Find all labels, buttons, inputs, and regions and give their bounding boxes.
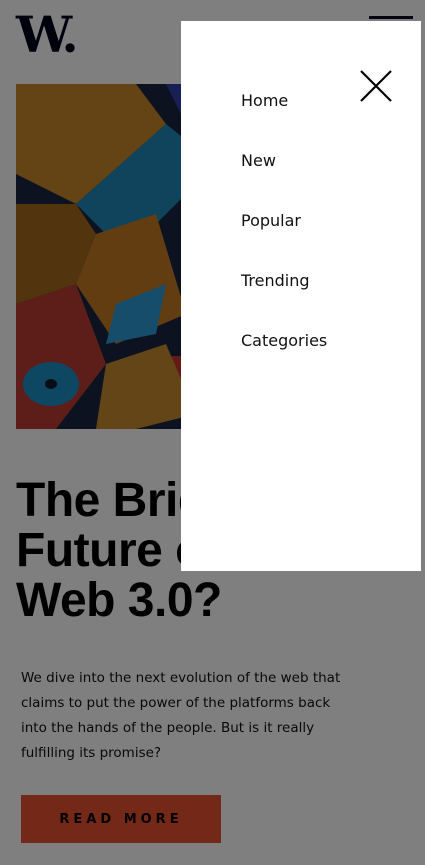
nav-item-popular[interactable]: Popular <box>241 211 327 271</box>
nav-menu: Home New Popular Trending Categories <box>241 91 327 391</box>
nav-item-trending[interactable]: Trending <box>241 271 327 331</box>
nav-item-categories[interactable]: Categories <box>241 331 327 391</box>
nav-item-home[interactable]: Home <box>241 91 327 151</box>
close-icon[interactable] <box>359 69 393 103</box>
nav-item-new[interactable]: New <box>241 151 327 211</box>
nav-drawer: Home New Popular Trending Categories <box>181 21 421 571</box>
